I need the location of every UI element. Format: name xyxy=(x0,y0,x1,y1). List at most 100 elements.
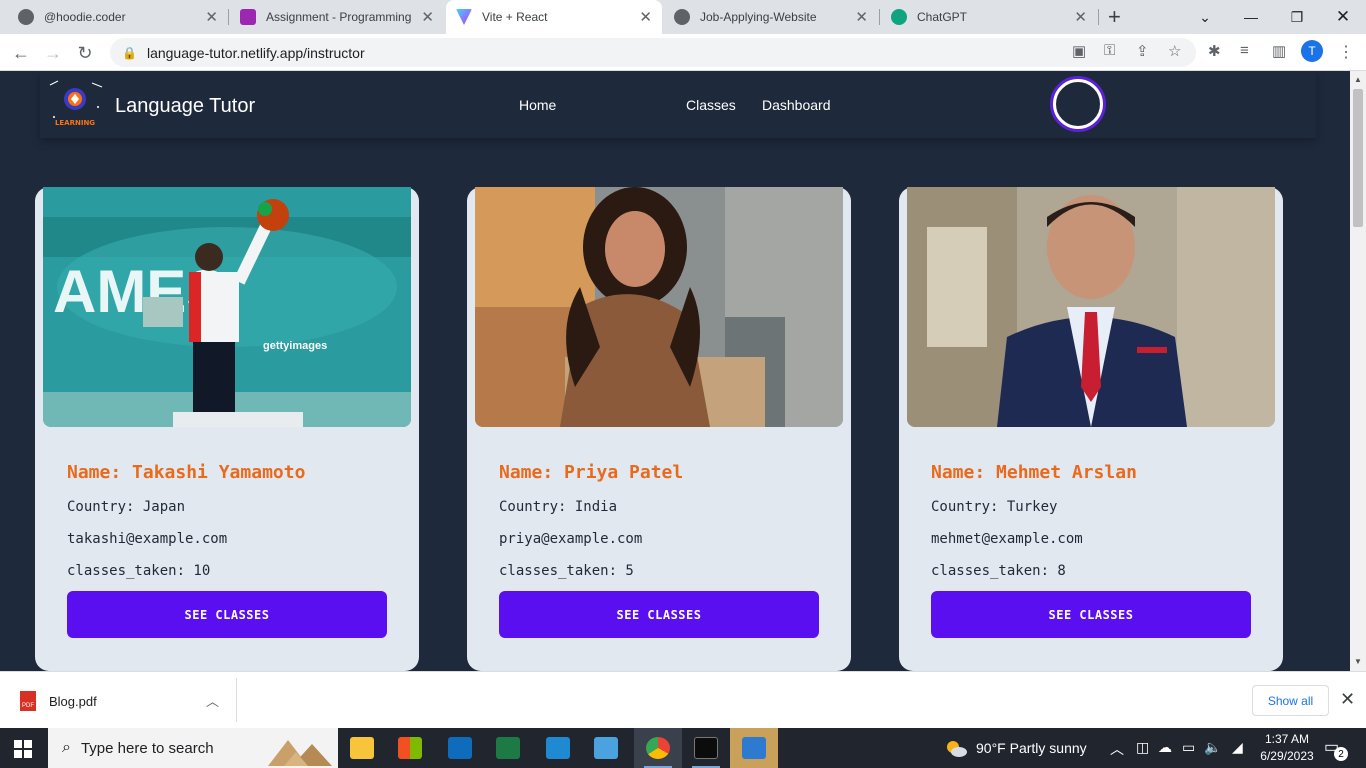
see-classes-button[interactable]: SEE CLASSES xyxy=(931,591,1251,638)
instructor-card: Name: Mehmet Arslan Country: Turkey mehm… xyxy=(899,187,1283,671)
tab-divider xyxy=(1098,9,1099,25)
close-window-button[interactable]: ✕ xyxy=(1320,0,1366,34)
close-icon[interactable]: ✕ xyxy=(421,8,434,26)
onedrive-icon[interactable]: ☁ xyxy=(1158,739,1172,756)
excel-icon[interactable] xyxy=(484,728,532,768)
tab-assignment[interactable]: Assignment - Programming H ✕ xyxy=(230,0,444,34)
instructor-name: Name: Takashi Yamamoto xyxy=(67,462,306,483)
instructor-country: Country: Japan xyxy=(67,499,186,515)
partly-sunny-icon xyxy=(947,741,967,757)
close-icon[interactable]: ✕ xyxy=(205,8,218,26)
photo-watermark: gettyimages xyxy=(263,340,327,352)
file-explorer-icon[interactable] xyxy=(338,728,386,768)
globe-icon xyxy=(674,9,690,25)
notification-count-badge: 2 xyxy=(1334,747,1348,761)
nav-home[interactable]: Home xyxy=(519,97,556,113)
clock-date: 6/29/2023 xyxy=(1260,749,1314,763)
chevron-up-icon[interactable]: ︿ xyxy=(206,691,219,710)
instructor-photo xyxy=(475,187,843,427)
download-divider xyxy=(236,678,237,722)
back-arrow-icon[interactable]: ← xyxy=(8,40,34,66)
see-classes-button[interactable]: SEE CLASSES xyxy=(67,591,387,638)
chrome-icon[interactable] xyxy=(634,728,682,768)
app-window-icon[interactable] xyxy=(582,728,630,768)
key-icon[interactable]: ⚿ xyxy=(1104,42,1115,59)
logo-text: LEARNING xyxy=(55,119,95,127)
instructor-card: AMES gettyimages Name: Takashi Yamamoto … xyxy=(35,187,419,671)
see-classes-button[interactable]: SEE CLASSES xyxy=(499,591,819,638)
scroll-thumb[interactable] xyxy=(1353,89,1363,227)
close-icon[interactable]: ✕ xyxy=(1074,8,1087,26)
vscode-icon[interactable] xyxy=(534,728,582,768)
instructor-classes-taken: classes_taken: 8 xyxy=(931,563,1066,579)
search-highlight-pyramids-icon xyxy=(268,740,332,766)
windows-start-icon[interactable] xyxy=(14,740,32,758)
extensions-puzzle-icon[interactable]: ✱ xyxy=(1208,42,1221,60)
close-icon[interactable]: ✕ xyxy=(639,8,652,26)
tab-title: Job-Applying-Website xyxy=(700,10,817,24)
clock-time: 1:37 AM xyxy=(1264,732,1310,746)
close-icon[interactable]: ✕ xyxy=(855,8,868,26)
chevron-up-icon[interactable]: ︿ xyxy=(1110,739,1124,759)
reload-icon[interactable]: ↻ xyxy=(72,40,98,66)
share-icon[interactable]: ⇪ xyxy=(1136,42,1149,60)
download-shelf: PDF Blog.pdf ︿ Show all ✕ xyxy=(0,671,1366,728)
tab-title: Assignment - Programming H xyxy=(266,10,414,24)
tab-job-applying[interactable]: Job-Applying-Website ✕ xyxy=(664,0,878,34)
mail-icon[interactable] xyxy=(436,728,484,768)
minimize-button[interactable]: — xyxy=(1228,0,1274,34)
taskbar-clock[interactable]: 1:37 AM 6/29/2023 xyxy=(1252,731,1322,765)
profile-avatar[interactable]: T xyxy=(1301,40,1323,62)
globe-icon xyxy=(18,9,34,25)
restore-button[interactable]: ❐ xyxy=(1274,0,1320,34)
vite-icon xyxy=(456,9,472,25)
blocked-popup-icon[interactable]: ▣ xyxy=(1072,42,1086,60)
nav-classes[interactable]: Classes xyxy=(686,97,736,113)
nav-dashboard[interactable]: Dashboard xyxy=(762,97,831,113)
show-all-button[interactable]: Show all xyxy=(1252,685,1329,716)
pdf-file-icon: PDF xyxy=(20,691,36,711)
terminal-icon[interactable] xyxy=(682,728,730,768)
download-filename[interactable]: Blog.pdf xyxy=(49,694,97,709)
side-panel-icon[interactable]: ▥ xyxy=(1272,42,1286,60)
tab-vite-react[interactable]: Vite + React ✕ xyxy=(446,0,662,34)
site-logo[interactable]: LEARNING xyxy=(44,77,106,131)
user-avatar[interactable] xyxy=(1050,76,1106,132)
address-bar[interactable]: 🔒 language-tutor.netlify.app/instructor xyxy=(110,38,1196,67)
instructor-email: mehmet@example.com xyxy=(931,531,1083,547)
avatar-image xyxy=(1055,81,1101,127)
url-text[interactable]: language-tutor.netlify.app/instructor xyxy=(147,45,365,61)
microsoft-store-icon[interactable] xyxy=(386,728,434,768)
search-placeholder: Type here to search xyxy=(80,739,214,757)
tab-title: @hoodie.coder xyxy=(44,10,126,24)
instructor-photo: AMES gettyimages xyxy=(43,187,411,427)
file-manager-icon[interactable] xyxy=(730,728,778,768)
tab-hoodie-coder[interactable]: @hoodie.coder ✕ xyxy=(8,0,228,34)
volume-icon[interactable]: 🔈 xyxy=(1204,739,1221,756)
tab-divider xyxy=(879,9,880,25)
media-queue-icon[interactable]: ≡ xyxy=(1240,42,1249,59)
new-tab-button[interactable]: + xyxy=(1108,4,1121,30)
battery-icon[interactable]: ▭ xyxy=(1182,739,1195,756)
windows-taskbar: ⌕ Type here to search 90°F Partly sunny … xyxy=(0,728,1366,768)
tab-search-chevron-icon[interactable]: ⌄ xyxy=(1182,0,1228,34)
instructor-country: Country: Turkey xyxy=(931,499,1058,515)
page-scrollbar[interactable]: ▲ ▼ xyxy=(1350,71,1366,671)
instructor-name: Name: Priya Patel xyxy=(499,462,684,483)
bookmark-star-icon[interactable]: ☆ xyxy=(1168,42,1181,60)
tab-chatgpt[interactable]: ChatGPT ✕ xyxy=(881,0,1097,34)
weather-widget[interactable]: 90°F Partly sunny xyxy=(944,738,1087,758)
menu-kebab-icon[interactable]: ⋮ xyxy=(1338,42,1354,62)
site-brand[interactable]: Language Tutor xyxy=(115,95,255,118)
chatgpt-icon xyxy=(891,9,907,25)
wifi-icon[interactable]: ◢ xyxy=(1232,739,1243,756)
scroll-down-arrow-icon[interactable]: ▼ xyxy=(1354,657,1362,666)
lock-icon[interactable]: 🔒 xyxy=(122,46,137,60)
instructor-classes-taken: classes_taken: 5 xyxy=(499,563,634,579)
forward-arrow-icon[interactable]: → xyxy=(40,40,66,66)
instructor-card: Name: Priya Patel Country: India priya@e… xyxy=(467,187,851,671)
scroll-up-arrow-icon[interactable]: ▲ xyxy=(1354,75,1362,84)
close-icon[interactable]: ✕ xyxy=(1340,689,1355,710)
meet-now-icon[interactable]: ◫ xyxy=(1136,739,1149,756)
instructor-email: takashi@example.com xyxy=(67,531,228,547)
